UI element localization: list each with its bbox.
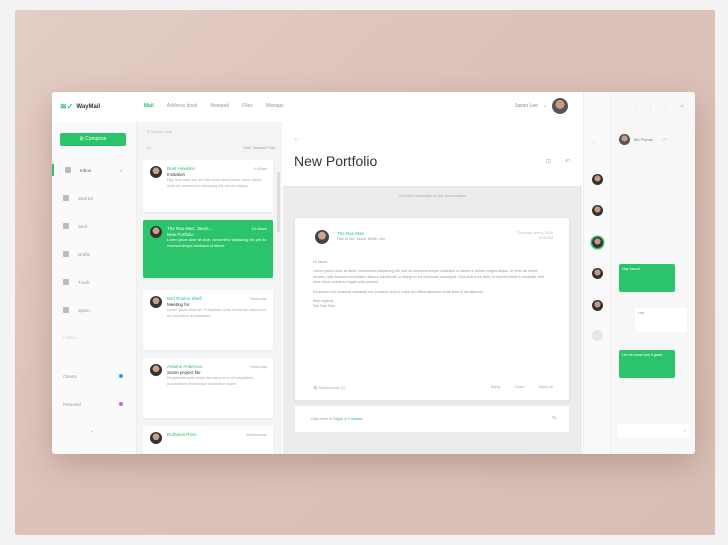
recipients: Ras to me, Jason Smith, Mo — [337, 237, 385, 241]
label-item-personal[interactable]: Personal — [52, 398, 136, 410]
inbox-count: 4 — [119, 167, 122, 173]
message-list: ⚲ Search mail ☐ Sort: Newest First Brett… — [137, 122, 282, 454]
expand-icon[interactable]: ⤢ — [663, 137, 666, 142]
page-title: New Portfolio — [294, 153, 378, 169]
back-arrow-icon[interactable]: ← — [294, 136, 300, 142]
reply-prompt: Click here to Reply or Forward — [311, 417, 363, 421]
label-color-dot — [119, 374, 123, 378]
chat-message: Hey — [635, 308, 687, 332]
quick-reply-bar[interactable]: Click here to Reply or Forward ✎ — [295, 406, 569, 432]
sidebar-item-drafts[interactable]: Drafts — [52, 248, 136, 260]
window-controls[interactable]: ‹ ‹ ▫ ✕ — [635, 104, 690, 110]
sidebar-item-trash[interactable]: Trash — [52, 276, 136, 288]
list-item[interactable]: Berl Roslon Shell Yesterday Meeting for … — [143, 290, 273, 350]
send-icon: ⌕ — [683, 428, 686, 434]
scrollbar[interactable] — [277, 172, 280, 232]
pencil-icon — [63, 251, 69, 257]
label-color-dot — [119, 402, 123, 406]
main-nav: Mail Address book Notepad Files Manage — [144, 103, 284, 109]
avatar — [150, 226, 162, 238]
chat-panel: ‹ ‹ ▫ ✕ Mo Florian ⤢ Hey Jason! Hey Let … — [610, 92, 695, 454]
avatar — [315, 230, 329, 244]
star-icon — [63, 195, 69, 201]
chevron-down-icon: ⌄ — [542, 103, 547, 109]
user-menu[interactable]: Jason Lee ⌄ — [515, 98, 568, 114]
sort-dropdown[interactable]: Sort: Newest First — [243, 145, 275, 150]
mail-app-window: ≋✓ WayMail Mail Address book Notepad Fil… — [52, 92, 695, 454]
reply-icon[interactable]: ↶ — [565, 158, 570, 165]
contact-avatar[interactable] — [592, 268, 603, 279]
logo-icon: ≋✓ — [60, 102, 74, 111]
list-item-selected[interactable]: The Ras Man, Jason… 10:45am New Portfoli… — [143, 220, 273, 278]
reply-button[interactable]: Reply — [491, 385, 501, 389]
conversation-notice[interactable]: 4 Further Messages in this conversation — [283, 194, 582, 198]
labels-heading: LABELS — [63, 336, 77, 340]
nav-item-mail[interactable]: Mail — [144, 103, 154, 109]
pane-header: ← New Portfolio ⊡ ↶ — [283, 122, 582, 187]
chat-message: Hey Jason! — [619, 264, 675, 292]
logo[interactable]: ≋✓ WayMail — [60, 102, 100, 111]
header-actions: ⊡ ↶ — [546, 158, 570, 165]
message-footer: 🖇 Attachments (2) Reply Share Reply all — [313, 385, 553, 390]
reply-link[interactable]: Reply — [333, 417, 343, 421]
email-message: The Ras Man Ras to me, Jason Smith, Mo T… — [295, 218, 569, 400]
spam-icon — [63, 307, 69, 313]
share-button[interactable]: Share — [514, 385, 524, 389]
trash-icon[interactable]: ⊡ — [546, 158, 551, 165]
inbox-icon — [65, 167, 71, 173]
nav-item-address-book[interactable]: Address book — [167, 103, 198, 109]
send-icon — [63, 223, 69, 229]
message-body: Hi Jason, Lorem ipsum dolor sit amet, co… — [313, 260, 544, 309]
sidebar-item-sent[interactable]: Sent — [52, 220, 136, 232]
select-all-checkbox[interactable]: ☐ — [147, 145, 151, 150]
chat-message: Let me know how it goes! — [619, 350, 675, 378]
compose-button[interactable]: ⊞ Compose — [60, 133, 126, 146]
chevron-left-icon[interactable]: ‹ — [593, 140, 595, 146]
contact-avatar[interactable] — [592, 174, 603, 185]
reading-pane: ← New Portfolio ⊡ ↶ 4 Further Messages i… — [283, 122, 582, 454]
nav-item-notepad[interactable]: Notepad — [210, 103, 229, 109]
chat-input[interactable]: ⌕ — [617, 424, 690, 438]
top-bar: ≋✓ WayMail Mail Address book Notepad Fil… — [52, 92, 582, 123]
chat-contact-name: Mo Florian — [634, 136, 653, 142]
reply-all-button[interactable]: Reply all — [538, 385, 553, 389]
logo-text: WayMail — [76, 103, 101, 110]
chevron-down-icon[interactable]: ⌄ — [90, 428, 94, 434]
contact-avatar[interactable] — [592, 237, 603, 248]
contact-avatar[interactable] — [592, 300, 603, 311]
avatar — [619, 133, 630, 145]
pencil-icon[interactable]: ✎ — [552, 415, 557, 422]
nav-item-manage[interactable]: Manage — [266, 103, 284, 109]
add-contact-icon[interactable] — [592, 330, 603, 341]
sort-bar: ☐ Sort: Newest First — [147, 145, 275, 150]
avatar — [150, 364, 162, 376]
contact-avatar[interactable] — [592, 205, 603, 216]
list-item[interactable]: Brett Hawkins 9:40am Invitation Hey, how… — [143, 160, 273, 212]
user-name: Jason Lee — [514, 103, 538, 109]
trash-icon — [63, 279, 69, 285]
message-date: Thursday, Nov 8, 2016 10:45 AM — [516, 231, 553, 240]
avatar — [150, 296, 162, 308]
contacts-strip: ‹ — [583, 92, 611, 454]
sidebar-item-spam[interactable]: Spam — [52, 304, 136, 316]
sidebar-item-starred[interactable]: Starred — [52, 192, 136, 204]
label-item-clients[interactable]: Clients — [52, 370, 136, 382]
avatar — [150, 432, 162, 444]
forward-link[interactable]: Forward — [348, 417, 362, 421]
search-input[interactable]: ⚲ Search mail — [147, 129, 172, 134]
attachments-link[interactable]: Attachments (2) — [319, 386, 346, 390]
nav-item-files[interactable]: Files — [242, 103, 253, 109]
list-item[interactable]: Antoine Anderson Yesterday Some project … — [143, 358, 273, 418]
avatar — [150, 166, 162, 178]
avatar — [552, 98, 568, 114]
list-item[interactable]: Ruthania Ross Wednesday — [143, 426, 273, 454]
sidebar-item-inbox[interactable]: Inbox 4 — [52, 164, 138, 176]
sidebar: ⊞ Compose Inbox 4 Starred Sent Drafts Tr… — [52, 122, 137, 454]
chat-header: Mo Florian ⤢ — [611, 130, 695, 148]
sender-name[interactable]: The Ras Man — [337, 231, 364, 236]
